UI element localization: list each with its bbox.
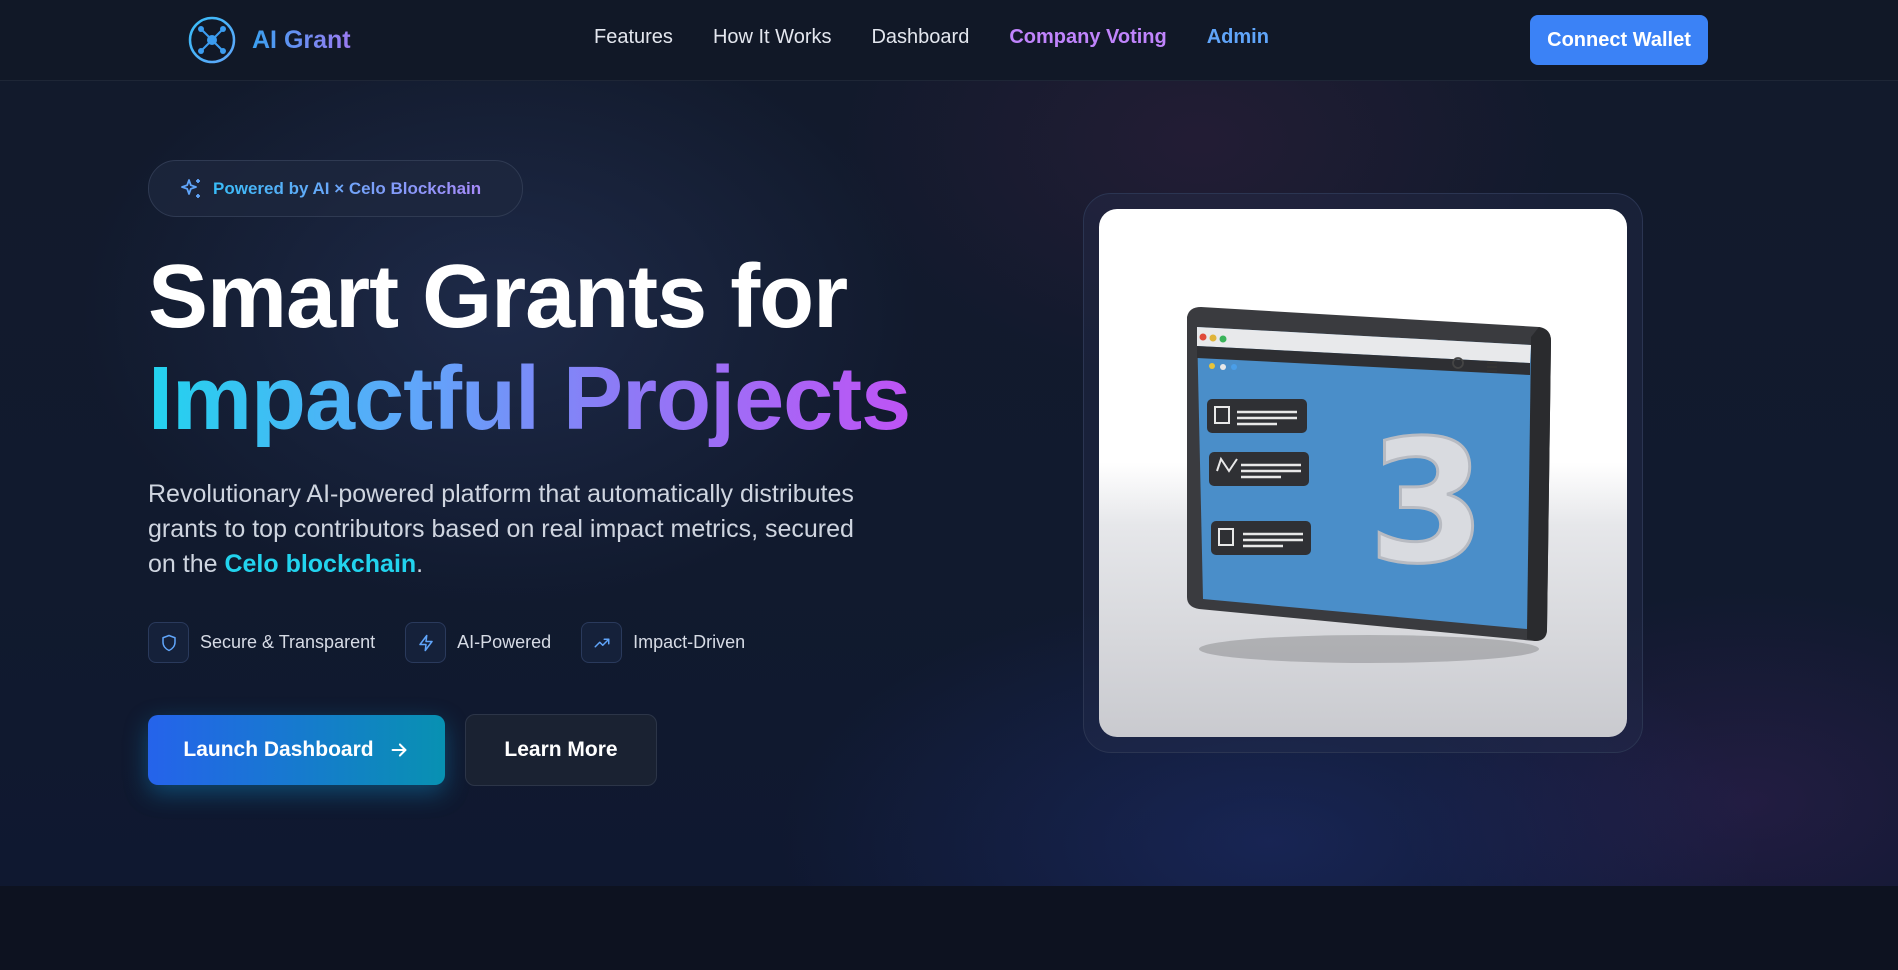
network-node-icon xyxy=(188,16,236,64)
hero-title-line1: Smart Grants for xyxy=(148,247,848,347)
feature-label: AI-Powered xyxy=(457,632,552,652)
hero-title-line2-wrap: Impactful Projects xyxy=(148,352,918,462)
nav-links: Features How It Works Dashboard Company … xyxy=(594,26,1269,49)
launch-dashboard-button[interactable]: Launch Dashboard xyxy=(148,715,445,785)
hero-description: Revolutionary AI-powered platform that a… xyxy=(148,477,868,582)
feature-impact: Impact-Driven xyxy=(581,622,745,663)
feature-secure: Secure & Transparent xyxy=(148,622,375,663)
trending-up-icon xyxy=(581,622,623,663)
page-bottom xyxy=(0,886,1898,970)
sparkles-icon xyxy=(181,178,200,198)
feature-ai: AI-Powered xyxy=(405,622,551,663)
lightning-icon xyxy=(405,622,447,663)
badge-text: Powered by AI × Celo Blockchain xyxy=(213,178,482,198)
nav-link-admin[interactable]: Admin xyxy=(1207,26,1269,49)
nav-link-how-it-works[interactable]: How It Works xyxy=(713,26,832,49)
celo-blockchain-highlight: Celo blockchain xyxy=(224,550,417,578)
launch-dashboard-label: Launch Dashboard xyxy=(183,738,374,761)
nav-link-dashboard[interactable]: Dashboard xyxy=(871,26,969,49)
top-navbar: AI Grant Features How It Works Dashboard… xyxy=(0,0,1898,81)
feature-list: Secure & Transparent AI-Powered Impact-D… xyxy=(148,622,775,663)
powered-by-badge: Powered by AI × Celo Blockchain xyxy=(148,160,523,217)
arrow-right-icon xyxy=(391,743,407,757)
nav-link-features[interactable]: Features xyxy=(594,26,673,49)
brand-logo[interactable]: AI Grant xyxy=(187,15,351,65)
nav-link-company-voting[interactable]: Company Voting xyxy=(1009,26,1166,49)
feature-label: Secure & Transparent xyxy=(200,632,376,652)
hero-title-line2: Impactful Projects xyxy=(148,352,918,447)
browser-3d-graphic: 3 xyxy=(1187,307,1551,663)
shield-icon xyxy=(148,622,189,663)
brand-name: AI Grant xyxy=(252,25,351,54)
browser-window-3d-illustration: 3 xyxy=(1099,209,1627,737)
connect-wallet-button[interactable]: Connect Wallet xyxy=(1530,15,1708,65)
feature-label: Impact-Driven xyxy=(633,632,746,652)
description-end: . xyxy=(416,550,424,578)
illustration-digit: 3 xyxy=(1368,404,1486,602)
learn-more-button[interactable]: Learn More xyxy=(465,714,657,786)
